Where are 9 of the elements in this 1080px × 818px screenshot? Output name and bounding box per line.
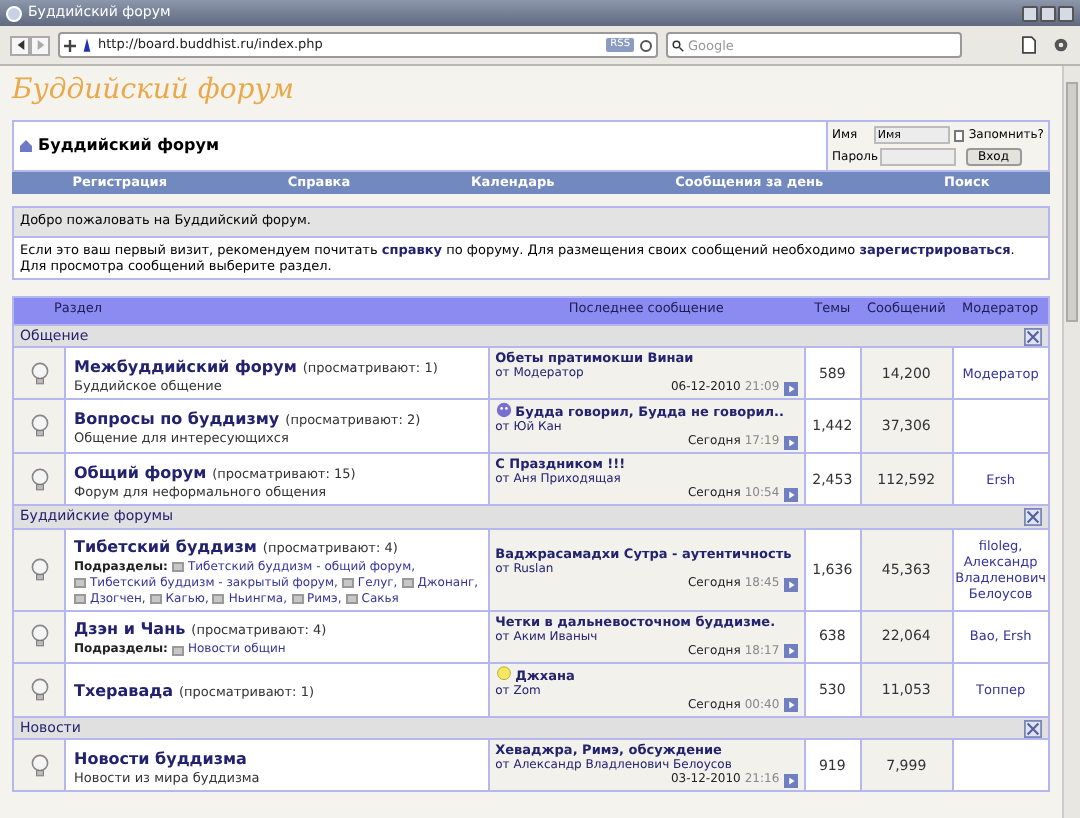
forum-link[interactable]: Вопросы по буддизму [74, 410, 280, 429]
forum-link[interactable]: Новости буддизма [74, 749, 247, 768]
header-title: Буддийский форум [38, 134, 220, 158]
forum-logo: Буддийский форум [12, 72, 296, 110]
forum-link[interactable]: Межбуддийский форум [74, 357, 297, 376]
forum-link[interactable]: Тибетский буддизм [74, 537, 257, 556]
forum-link[interactable]: Дзэн и Чань [74, 620, 186, 639]
forum-link[interactable]: Общий форум [74, 463, 207, 482]
forum-link[interactable]: Тхеравада [74, 682, 173, 701]
